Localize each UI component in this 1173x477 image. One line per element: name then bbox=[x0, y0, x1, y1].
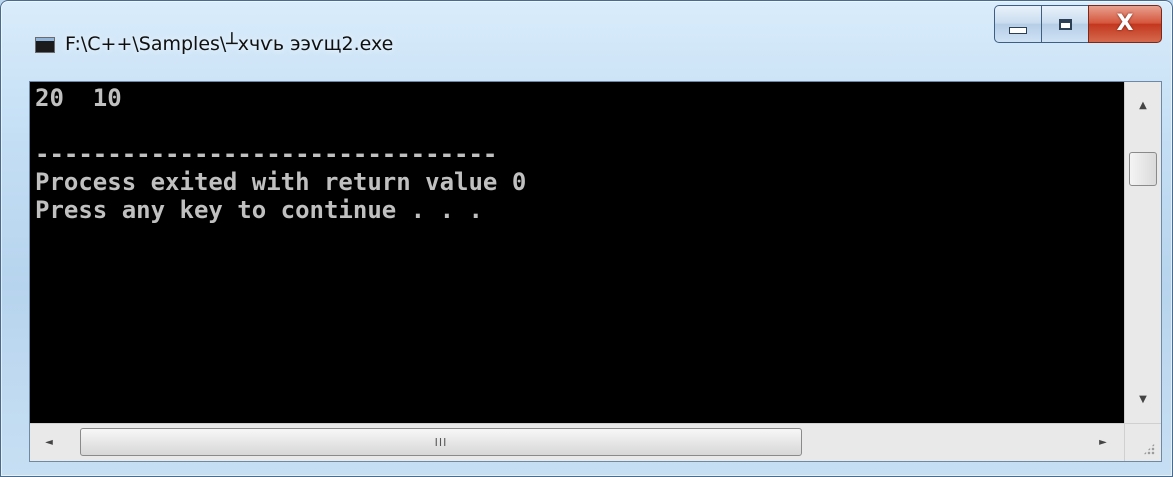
close-button[interactable]: X bbox=[1088, 5, 1162, 43]
scroll-left-arrow-icon[interactable]: ◄ bbox=[34, 424, 64, 461]
window-title: F:\C++\Samples\┴хчѵь ээѵщ2.exe bbox=[65, 33, 394, 55]
minimize-icon bbox=[1009, 26, 1027, 34]
thumb-grip-icon: III bbox=[434, 435, 448, 449]
console-line-exit-status: Process exited with return value 0 bbox=[35, 168, 527, 196]
console-output[interactable]: 20 10 -------------------------------- P… bbox=[30, 82, 1124, 423]
console-window: F:\C++\Samples\┴хчѵь ээѵщ2.exe X 20 10 -… bbox=[0, 0, 1173, 477]
title-bar[interactable]: F:\C++\Samples\┴хчѵь ээѵщ2.exe X bbox=[1, 1, 1172, 81]
horizontal-scroll-thumb[interactable]: III bbox=[80, 428, 802, 456]
maximize-button[interactable] bbox=[1041, 5, 1088, 43]
console-line-values: 20 10 bbox=[35, 84, 122, 112]
console-app-icon[interactable] bbox=[35, 37, 55, 53]
scroll-down-arrow-icon[interactable]: ▼ bbox=[1125, 384, 1161, 414]
console-line-prompt: Press any key to continue . . . bbox=[35, 196, 483, 224]
maximize-icon bbox=[1058, 18, 1072, 30]
caption-buttons: X bbox=[994, 5, 1162, 43]
close-icon: X bbox=[1116, 11, 1134, 36]
resize-grip-icon bbox=[1143, 443, 1155, 455]
vertical-scroll-thumb[interactable] bbox=[1129, 152, 1157, 186]
horizontal-scrollbar[interactable]: ◄ III ► bbox=[30, 423, 1124, 461]
size-grip[interactable] bbox=[1124, 423, 1161, 461]
scroll-up-arrow-icon[interactable]: ▲ bbox=[1125, 90, 1161, 120]
minimize-button[interactable] bbox=[994, 5, 1041, 43]
console-line-separator: -------------------------------- bbox=[35, 140, 498, 168]
console-client-area: 20 10 -------------------------------- P… bbox=[29, 81, 1162, 462]
scroll-right-arrow-icon[interactable]: ► bbox=[1088, 424, 1118, 461]
vertical-scrollbar[interactable]: ▲ ▼ bbox=[1124, 82, 1161, 423]
